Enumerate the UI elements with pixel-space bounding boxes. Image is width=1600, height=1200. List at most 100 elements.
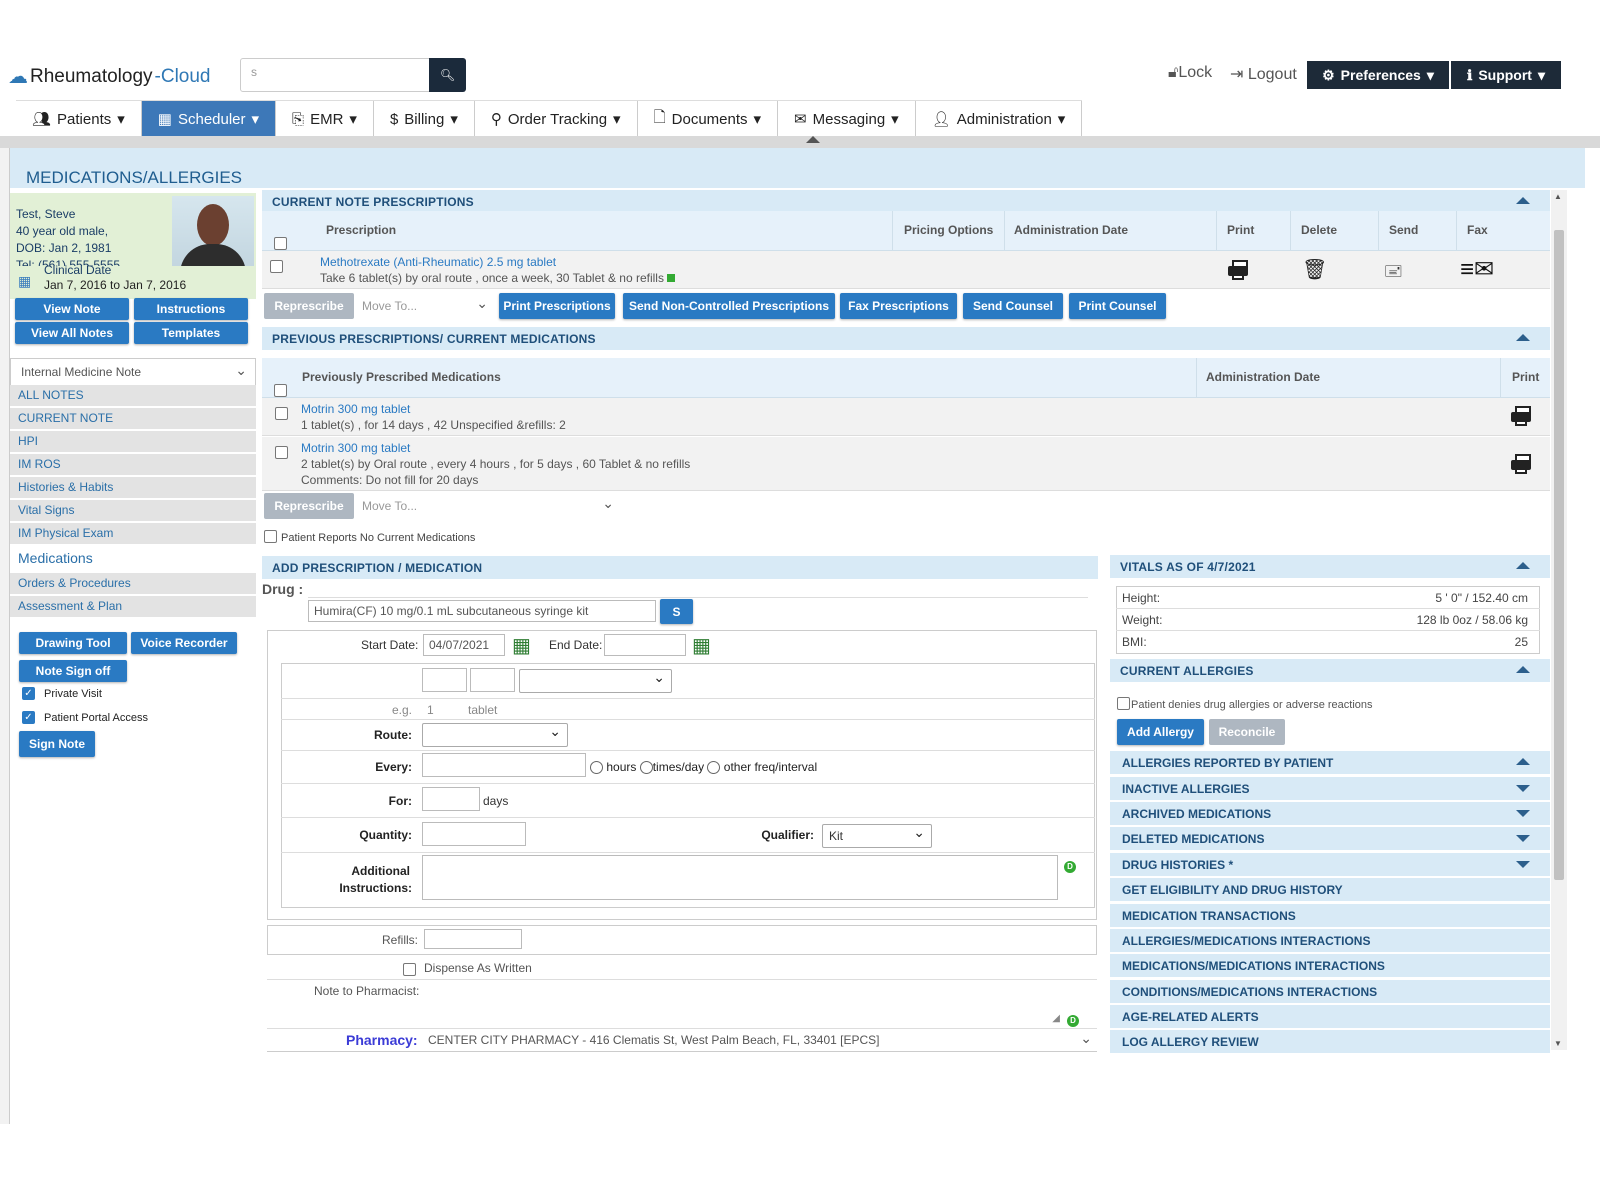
daw-checkbox[interactable]	[403, 962, 416, 977]
section-age-related-alerts[interactable]: AGE-RELATED ALERTS	[1110, 1005, 1550, 1028]
sidebar-item-current-note[interactable]: CURRENT NOTE	[10, 408, 256, 429]
portal-access-checkbox[interactable]: ✓	[22, 710, 35, 725]
denies-allergies-checkbox[interactable]	[1117, 696, 1130, 711]
nav-documents[interactable]: 🗋︎ Documents ▾	[637, 101, 779, 137]
drug-input[interactable]: Humira(CF) 10 mg/0.1 mL subcutaneous syr…	[308, 600, 656, 622]
section-condition-med-interactions[interactable]: CONDITIONS/MEDICATIONS INTERACTIONS	[1110, 980, 1550, 1003]
nav-scheduler[interactable]: ▦ Scheduler ▾	[141, 101, 277, 137]
previous-rx-header[interactable]: PREVIOUS PRESCRIPTIONS/ CURRENT MEDICATI…	[262, 327, 1550, 350]
reconcile-button[interactable]: Reconcile	[1209, 719, 1285, 745]
sign-note-button[interactable]: Sign Note	[19, 731, 95, 757]
section-inactive-allergies[interactable]: INACTIVE ALLERGIES	[1110, 777, 1550, 800]
other-freq-radio[interactable]	[707, 761, 721, 775]
fax-prescriptions-button[interactable]: Fax Prescriptions	[840, 293, 957, 319]
nav-administration[interactable]: 👤︎ Administration ▾	[915, 101, 1083, 137]
send-noncontrolled-button[interactable]: Send Non-Controlled Prescriptions	[623, 293, 835, 319]
sidebar-item-orders[interactable]: Orders & Procedures	[10, 573, 256, 594]
refills-input[interactable]	[424, 929, 522, 949]
current-allergies-header[interactable]: CURRENT ALLERGIES	[1110, 659, 1550, 682]
support-button[interactable]: ℹ Support ▾	[1450, 60, 1562, 90]
fax-icon[interactable]: ≡✉	[1460, 255, 1494, 284]
additional-instructions-input[interactable]	[422, 855, 1058, 900]
section-eligibility[interactable]: GET ELIGIBILITY AND DRUG HISTORY	[1110, 878, 1550, 901]
print-icon[interactable]	[1227, 259, 1249, 284]
pharmacy-select[interactable]: CENTER CITY PHARMACY - 416 Clematis St, …	[428, 1030, 1092, 1047]
drug-search-button[interactable]: S	[660, 599, 693, 624]
calendar-icon[interactable]: ▦	[692, 633, 711, 658]
sidebar-item-assessment[interactable]: Assessment & Plan	[10, 596, 256, 617]
collapse-icon[interactable]	[1516, 197, 1530, 204]
collapse-icon[interactable]	[1516, 334, 1530, 341]
sidebar-item-vital-signs[interactable]: Vital Signs	[10, 500, 256, 521]
note-pharm-input[interactable]: ◢	[422, 982, 1062, 1026]
nav-billing[interactable]: $ Billing ▾	[373, 101, 475, 137]
expand-icon[interactable]	[1516, 785, 1530, 792]
row-checkbox[interactable]	[270, 259, 283, 274]
private-visit-checkbox[interactable]: ✓	[22, 686, 35, 701]
route-select[interactable]	[422, 723, 568, 747]
voice-recorder-button[interactable]: Voice Recorder	[131, 632, 237, 654]
lock-link[interactable]: 🔓︎Lock	[1168, 64, 1212, 82]
nav-emr[interactable]: ⎘ EMR ▾	[276, 101, 374, 137]
drug-link[interactable]: Methotrexate (Anti-Rheumatic) 2.5 mg tab…	[320, 255, 556, 269]
logout-link[interactable]: ⇥ Logout	[1230, 64, 1297, 84]
for-days-input[interactable]	[422, 787, 480, 811]
nav-order-tracking[interactable]: ⚲ Order Tracking ▾	[474, 101, 638, 137]
section-archived-medications[interactable]: ARCHIVED MEDICATIONS	[1110, 802, 1550, 825]
note-template-select[interactable]: Internal Medicine Note ⌄	[10, 358, 256, 386]
view-all-notes-button[interactable]: View All Notes	[15, 322, 129, 344]
calendar-icon[interactable]: ▦	[512, 633, 531, 658]
print-counsel-button[interactable]: Print Counsel	[1069, 293, 1166, 319]
scroll-down-icon[interactable]: ▼	[1554, 1039, 1562, 1048]
expand-icon[interactable]	[1516, 835, 1530, 842]
move-to-select[interactable]: Move To... ⌄	[362, 493, 618, 519]
every-input[interactable]	[422, 753, 586, 777]
times-day-radio[interactable]	[639, 761, 653, 775]
current-rx-header[interactable]: CURRENT NOTE PRESCRIPTIONS	[262, 190, 1550, 213]
nav-patients[interactable]: 👥︎ Patients ▾	[16, 101, 142, 137]
dictation-icon[interactable]: D	[1064, 858, 1076, 873]
scrollbar-thumb[interactable]	[1554, 230, 1564, 880]
start-date-input[interactable]: 04/07/2021	[423, 634, 505, 656]
sidebar-item-im-ros[interactable]: IM ROS	[10, 454, 256, 475]
section-deleted-medications[interactable]: DELETED MEDICATIONS	[1110, 827, 1550, 850]
preferences-button[interactable]: ⚙ Preferences ▾	[1306, 60, 1450, 90]
trash-icon[interactable]: 🗑︎	[1302, 257, 1327, 282]
dictation-icon[interactable]: D	[1067, 1012, 1079, 1027]
print-icon[interactable]	[1510, 453, 1532, 478]
expand-icon[interactable]	[1516, 861, 1530, 868]
quantity-input[interactable]	[422, 822, 526, 846]
nav-messaging[interactable]: ✉ Messaging ▾	[778, 101, 916, 137]
app-logo[interactable]: ☁ Rheumatology -Cloud	[8, 64, 211, 89]
dose-form-select[interactable]	[519, 669, 672, 693]
move-to-select[interactable]: Move To... ⌄	[362, 293, 492, 319]
section-medication-transactions[interactable]: MEDICATION TRANSACTIONS	[1110, 904, 1550, 927]
sidebar-item-histories[interactable]: Histories & Habits	[10, 477, 256, 498]
section-allergy-med-interactions[interactable]: ALLERGIES/MEDICATIONS INTERACTIONS	[1110, 929, 1550, 952]
qualifier-select[interactable]: Kit	[822, 824, 932, 848]
send-icon[interactable]: 🖃︎	[1384, 260, 1403, 287]
section-allergies-reported[interactable]: ALLERGIES REPORTED BY PATIENT	[1110, 751, 1550, 774]
section-drug-histories[interactable]: DRUG HISTORIES *	[1110, 853, 1550, 876]
scrollbar[interactable]: ▲ ▼	[1551, 190, 1567, 1050]
dose-unit-input[interactable]	[470, 668, 515, 692]
instructions-button[interactable]: Instructions	[134, 298, 248, 320]
drawing-tool-button[interactable]: Drawing Tool	[19, 632, 127, 654]
drug-link[interactable]: Motrin 300 mg tablet	[301, 402, 410, 416]
resize-handle-icon[interactable]: ◢	[1052, 1013, 1060, 1024]
sidebar-item-all-notes[interactable]: ALL NOTES	[10, 385, 256, 406]
sidebar-item-medications[interactable]: Medications	[10, 547, 256, 568]
scroll-up-icon[interactable]: ▲	[1554, 192, 1562, 201]
view-note-button[interactable]: View Note	[15, 298, 129, 320]
collapse-icon[interactable]	[1516, 666, 1530, 673]
section-med-med-interactions[interactable]: MEDICATIONS/MEDICATIONS INTERACTIONS	[1110, 954, 1550, 977]
search-button[interactable]: 🔍︎	[429, 58, 466, 92]
section-log-allergy-review[interactable]: LOG ALLERGY REVIEW	[1110, 1030, 1550, 1053]
drug-link[interactable]: Motrin 300 mg tablet	[301, 441, 410, 455]
print-prescriptions-button[interactable]: Print Prescriptions	[499, 293, 615, 319]
end-date-input[interactable]	[604, 634, 686, 656]
collapse-rail[interactable]	[0, 148, 10, 1124]
row-checkbox[interactable]	[275, 445, 288, 460]
collapse-icon[interactable]	[1516, 758, 1530, 765]
collapse-icon[interactable]	[1516, 562, 1530, 569]
